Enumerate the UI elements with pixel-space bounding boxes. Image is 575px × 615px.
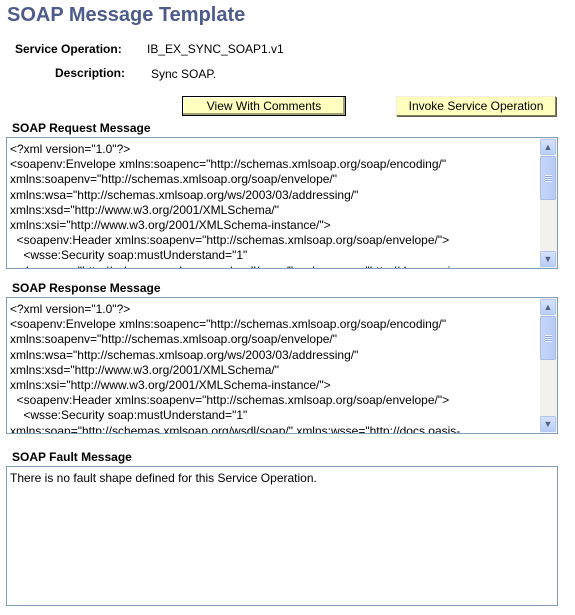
page-title: SOAP Message Template: [7, 4, 246, 26]
request-message-textarea[interactable]: <?xml version="1.0"?> <soapenv:Envelope …: [6, 137, 558, 269]
fault-message-textarea[interactable]: There is no fault shape defined for this…: [6, 466, 558, 606]
request-message-content: <?xml version="1.0"?> <soapenv:Envelope …: [10, 142, 460, 268]
grip-icon: [544, 174, 552, 182]
scroll-down-arrow-icon[interactable]: ▼: [540, 416, 556, 432]
fault-message-content: There is no fault shape defined for this…: [10, 471, 317, 485]
service-operation-value: IB_EX_SYNC_SOAP1.v1: [147, 42, 284, 56]
service-operation-label: Service Operation:: [15, 42, 122, 56]
scroll-up-arrow-icon[interactable]: ▲: [540, 139, 556, 155]
scroll-thumb[interactable]: [540, 316, 556, 360]
response-message-label: SOAP Response Message: [12, 281, 161, 295]
response-message-textarea[interactable]: <?xml version="1.0"?> <soapenv:Envelope …: [6, 297, 558, 434]
fault-message-label: SOAP Fault Message: [12, 450, 132, 464]
response-message-content: <?xml version="1.0"?> <soapenv:Envelope …: [10, 302, 461, 433]
request-scrollbar[interactable]: ▲ ▼: [540, 138, 557, 268]
request-message-label: SOAP Request Message: [12, 121, 151, 135]
response-scrollbar[interactable]: ▲ ▼: [540, 298, 557, 433]
grip-icon: [544, 334, 552, 342]
view-with-comments-button[interactable]: View With Comments: [182, 96, 346, 116]
description-label: Description:: [55, 66, 126, 80]
scroll-thumb[interactable]: [540, 156, 556, 200]
invoke-service-operation-button[interactable]: Invoke Service Operation: [396, 96, 556, 116]
scroll-down-arrow-icon[interactable]: ▼: [540, 251, 556, 267]
description-value: Sync SOAP.: [151, 67, 217, 81]
scroll-up-arrow-icon[interactable]: ▲: [540, 299, 556, 315]
